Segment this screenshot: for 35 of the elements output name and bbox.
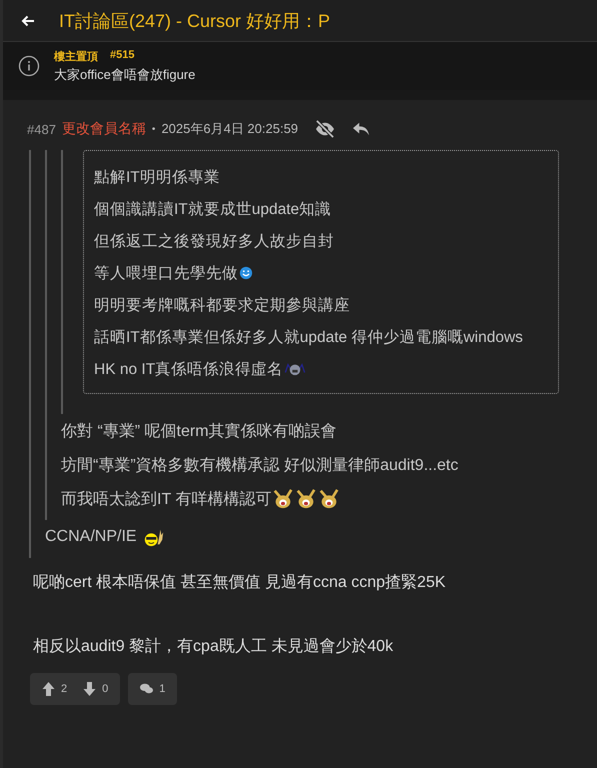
emoticon-icon	[272, 488, 294, 510]
quote-line: 但係返工之後發現好多人故步自封	[94, 232, 334, 252]
upvote-icon[interactable]	[42, 682, 55, 696]
quote-line: 明明要考牌嘅科都要求定期參與講座	[94, 296, 350, 316]
quote-line: 話晒IT都係專業但係好多人就update 得仲少過電腦嘅windows	[94, 328, 523, 348]
emoticon-icon	[318, 488, 340, 510]
downvote-icon[interactable]	[83, 682, 96, 696]
post-time: 2025年6月4日 20:25:59	[161, 120, 298, 138]
quote-line: 等人喂埋口先學先做	[94, 264, 238, 284]
replies-button[interactable]: 1	[128, 673, 178, 705]
quote-line: 點解IT明明係專業	[94, 168, 220, 188]
quote-line: 你對 “專業” 呢個term其實係咪有啲誤會	[61, 422, 337, 442]
quote-line: 個個識講讀IT就要成世update知識	[94, 200, 332, 220]
eye-slash-icon[interactable]	[314, 120, 336, 138]
upvote-count: 2	[61, 683, 68, 695]
quote-line: HK no IT真係唔係浪得虛名	[94, 360, 284, 380]
thread-title: IT討論區(247) - Cursor 好好用：P	[59, 10, 330, 32]
separator-dot: •	[152, 124, 156, 134]
pinned-label: 樓主置頂	[54, 50, 98, 64]
info-icon	[18, 55, 40, 77]
author-name[interactable]: 更改會員名稱	[62, 120, 146, 138]
pinned-post-number[interactable]: #515	[110, 48, 134, 64]
quote-line: CCNA/NP/IE	[45, 528, 137, 546]
quote-line: 而我唔太諗到IT 有咩構構認可	[61, 490, 272, 510]
quote-line: 坊間“專業”資格多數有機構承認 好似測量律師audit9...etc	[61, 456, 458, 476]
pinned-post-text[interactable]: 大家office會唔會放figure	[54, 66, 196, 84]
comment-icon	[140, 682, 154, 696]
post-number: #487	[27, 122, 56, 136]
reply-icon[interactable]	[352, 121, 370, 137]
post-text: 呢啲cert 根本唔保值 甚至無價值 見過有ccna ccnp揸緊25K	[33, 572, 447, 593]
downvote-count: 0	[102, 683, 108, 695]
emoticon-icon	[295, 488, 318, 510]
emoticon-icon	[284, 362, 306, 376]
post-text: 相反以audit9 黎計，有cpa既人工 未見過會少於40k	[33, 636, 394, 657]
smiley-icon	[239, 266, 253, 280]
